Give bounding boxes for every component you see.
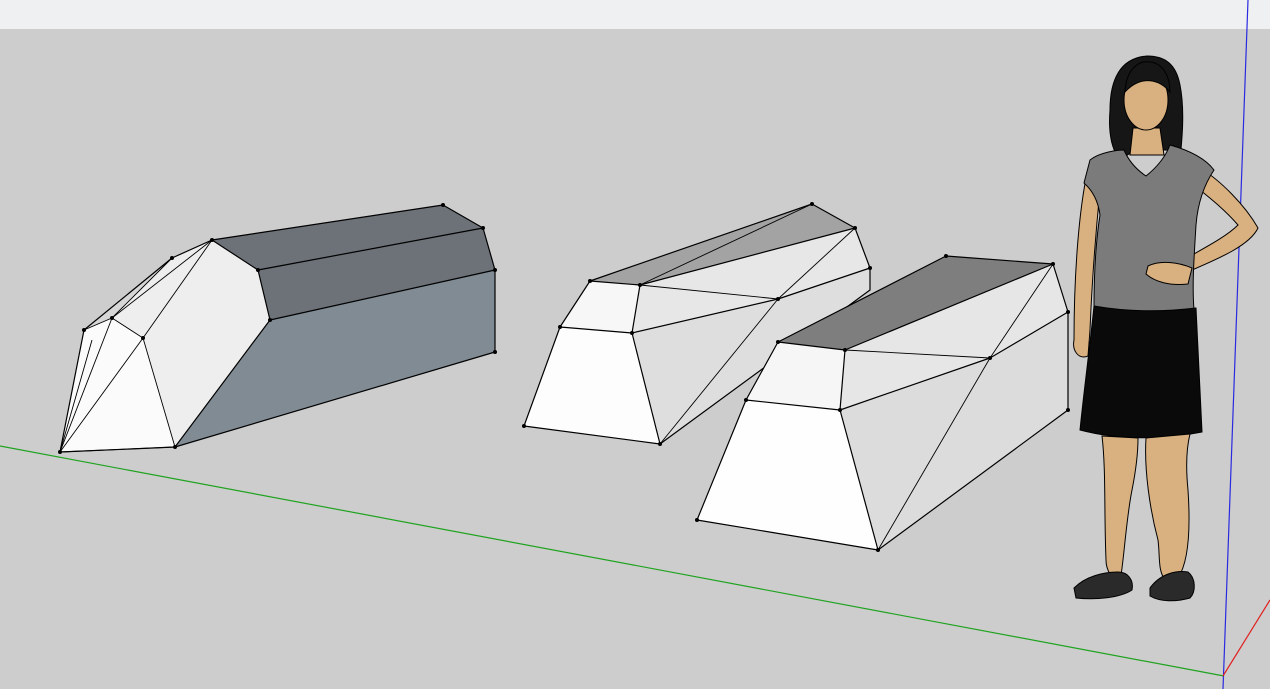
blue-axis	[1222, 0, 1249, 689]
red-axis	[1222, 599, 1270, 677]
figure-left-leg	[1101, 435, 1139, 583]
3d-scene[interactable]	[0, 0, 1270, 689]
model-1-shape[interactable]	[58, 203, 497, 454]
figure-shirt	[1083, 144, 1215, 314]
green-axis	[0, 445, 1225, 677]
figure-right-shoe	[1149, 571, 1195, 602]
figure-right-leg	[1145, 433, 1191, 579]
sketchup-viewport[interactable]	[0, 0, 1270, 689]
scale-figure[interactable]	[1073, 55, 1259, 602]
figure-left-shoe	[1073, 571, 1133, 600]
figure-skirt	[1079, 305, 1203, 439]
model-2-front-upper-face	[560, 281, 640, 333]
